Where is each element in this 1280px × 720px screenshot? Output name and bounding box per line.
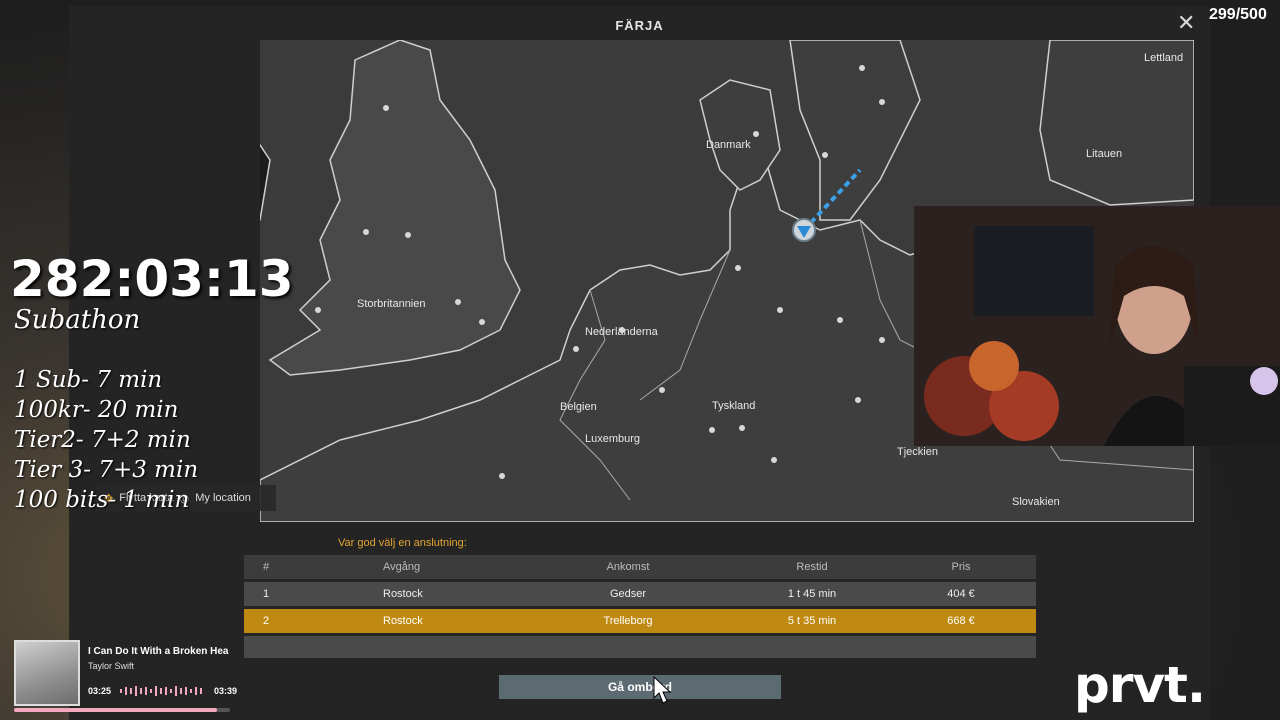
now-playing-widget: I Can Do It With a Broken Hea Taylor Swi… xyxy=(0,636,245,720)
window-title: FÄRJA xyxy=(615,18,664,33)
col-price: Pris xyxy=(951,561,971,573)
song-progress-fill xyxy=(14,708,218,712)
rule-item: Tier 3- 7+3 min xyxy=(14,457,199,483)
map-label-belgien: Belgien xyxy=(560,401,597,413)
row-number: 1 xyxy=(262,588,270,600)
map-label-litauen: Litauen xyxy=(1086,148,1123,160)
col-departure: Avgång xyxy=(383,561,421,573)
col-duration: Restid xyxy=(796,561,828,573)
map-label-storbritannien: Storbritannien xyxy=(357,298,426,310)
row-price: 668 € xyxy=(947,615,975,627)
my-location-button[interactable]: My location xyxy=(195,492,251,504)
table-header: # Avgång Ankomst Restid Pris xyxy=(244,555,1036,579)
rule-item: Tier2- 7+2 min xyxy=(14,427,191,453)
map-label-danmark: Danmark xyxy=(706,139,751,151)
row-departure: Rostock xyxy=(383,615,423,627)
subathon-timer: 282:03:13 xyxy=(10,250,294,308)
table-row[interactable]: 1 Rostock Gedser 1 t 45 min 404 € xyxy=(244,582,1036,606)
total-time: 03:39 xyxy=(214,686,238,696)
table-row-selected[interactable]: 2 Rostock Trelleborg 5 t 35 min 668 € xyxy=(244,609,1036,633)
map-label-nederlanderna: Nederländerna xyxy=(585,326,658,338)
album-art xyxy=(14,640,80,706)
row-duration: 1 t 45 min xyxy=(787,588,837,600)
row-arrival: Trelleborg xyxy=(603,615,653,627)
subathon-rules: 1 Sub- 7 min 100kr- 20 min Tier2- 7+2 mi… xyxy=(14,365,198,515)
close-icon[interactable]: ✕ xyxy=(1177,10,1195,36)
webcam-feed xyxy=(914,206,1280,446)
elapsed-time: 03:25 xyxy=(88,686,112,696)
row-arrival: Gedser xyxy=(609,588,647,600)
row-number: 2 xyxy=(262,615,270,627)
prvt-logo: prvt. xyxy=(1074,656,1206,714)
map-label-slovakien: Slovakien xyxy=(1012,496,1060,508)
song-title: I Can Do It With a Broken Hea xyxy=(88,646,229,657)
map-label-tyskland: Tyskland xyxy=(712,400,756,412)
table-row-empty xyxy=(244,636,1036,658)
subathon-label: Subathon xyxy=(14,305,141,335)
song-progress-bar xyxy=(14,708,230,712)
waveform-icon xyxy=(120,686,202,696)
connection-prompt: Var god välj en anslutning: xyxy=(338,537,467,549)
rule-item: 1 Sub- 7 min xyxy=(14,367,163,393)
board-button[interactable]: Gå ombord xyxy=(499,675,781,699)
map-label-luxemburg: Luxemburg xyxy=(585,433,641,445)
follower-counter: 299/500 xyxy=(1209,6,1267,23)
mouse-cursor-icon xyxy=(653,676,672,704)
map-label-tjeckien: Tjeckien xyxy=(897,446,938,458)
col-arrival: Ankomst xyxy=(606,561,650,573)
map-label-lettland: Lettland xyxy=(1144,52,1184,64)
col-number: # xyxy=(262,561,270,573)
rule-item: 100kr- 20 min xyxy=(14,397,179,423)
ferry-connections-table: # Avgång Ankomst Restid Pris 1 Rostock G… xyxy=(244,555,1036,661)
row-price: 404 € xyxy=(947,588,975,600)
song-artist: Taylor Swift xyxy=(88,661,135,671)
rule-item: 100 bits- 1 min xyxy=(14,487,190,513)
row-duration: 5 t 35 min xyxy=(787,615,837,627)
row-departure: Rostock xyxy=(383,588,423,600)
